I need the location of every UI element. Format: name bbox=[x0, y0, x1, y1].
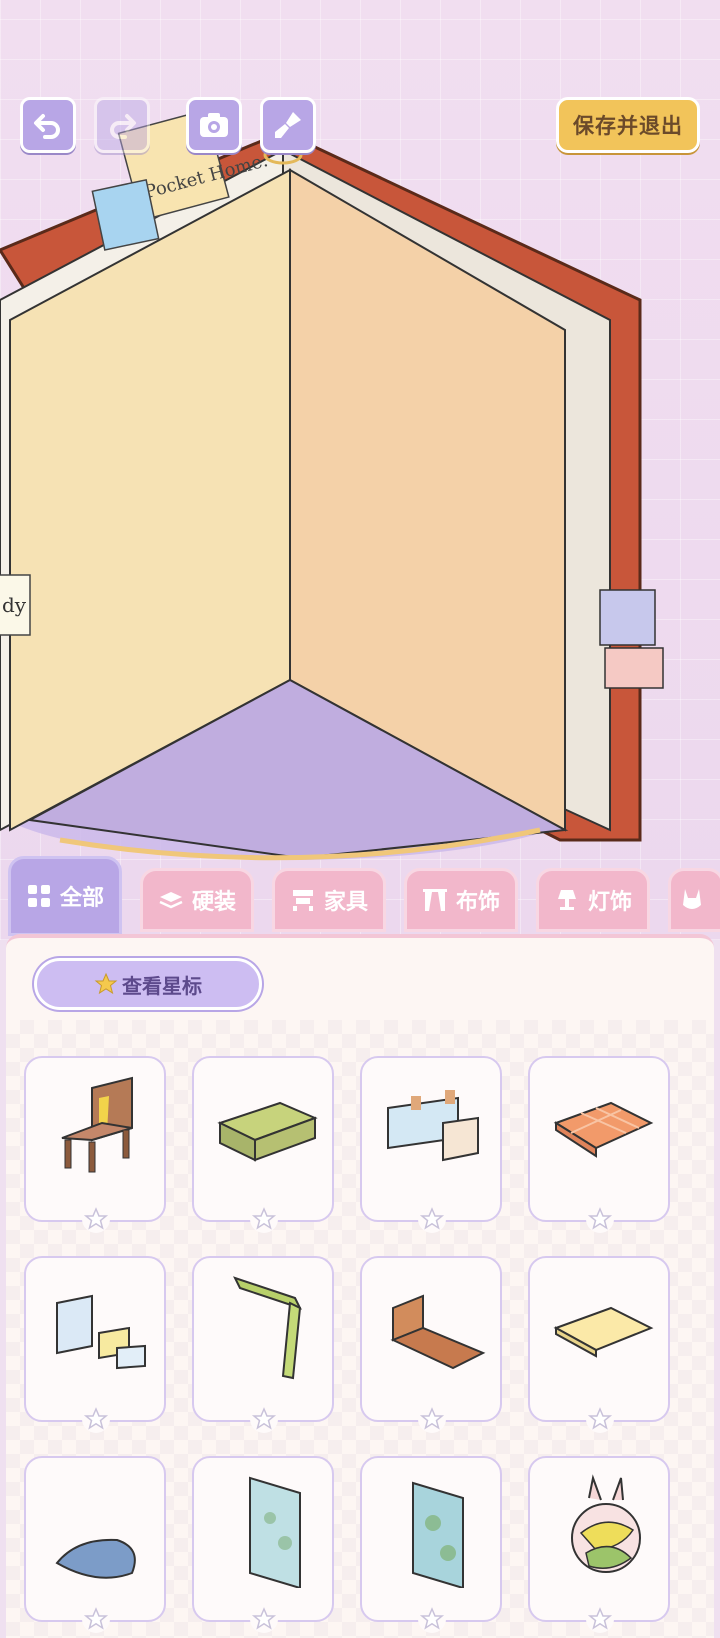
view-starred-label: 查看星标 bbox=[122, 973, 202, 998]
tab-furniture[interactable]: 家具 bbox=[272, 868, 386, 932]
bunny-icon bbox=[683, 889, 701, 909]
item-window[interactable] bbox=[192, 1456, 334, 1633]
tab-fabric[interactable]: 布饰 bbox=[404, 868, 518, 932]
favorite-star-icon[interactable] bbox=[585, 1204, 615, 1234]
brush-icon bbox=[275, 112, 301, 138]
favorite-star-icon[interactable] bbox=[585, 1604, 615, 1634]
curtain-icon bbox=[422, 889, 447, 911]
rug-icon bbox=[553, 1306, 654, 1358]
item-pillow[interactable] bbox=[24, 1456, 166, 1633]
item-chair[interactable] bbox=[24, 1056, 166, 1233]
grid-icon bbox=[27, 885, 50, 907]
tab-lighting[interactable]: 灯饰 bbox=[536, 868, 650, 932]
tab-bunny[interactable] bbox=[668, 868, 720, 932]
view-starred-button[interactable]: 查看星标 bbox=[34, 958, 262, 1010]
chair-icon bbox=[61, 1076, 133, 1173]
item-window-2[interactable] bbox=[360, 1456, 502, 1633]
bunny-plush-icon bbox=[571, 1474, 641, 1573]
favorite-star-icon[interactable] bbox=[249, 1404, 279, 1434]
window-icon bbox=[249, 1476, 301, 1588]
favorite-star-icon[interactable] bbox=[81, 1604, 111, 1634]
favorite-star-icon[interactable] bbox=[81, 1404, 111, 1434]
item-desk[interactable] bbox=[192, 1056, 334, 1233]
item-bunny-plush[interactable] bbox=[528, 1456, 670, 1633]
pillow-icon bbox=[55, 1538, 136, 1579]
tab-hardware[interactable]: 硬装 bbox=[140, 868, 254, 932]
window-icon bbox=[412, 1481, 464, 1588]
item-quilt[interactable] bbox=[528, 1056, 670, 1233]
lamp-icon bbox=[557, 890, 576, 910]
item-rug[interactable] bbox=[528, 1256, 670, 1433]
redo-icon bbox=[110, 114, 136, 139]
favorite-star-icon[interactable] bbox=[417, 1204, 447, 1234]
item-paper-notes[interactable] bbox=[24, 1256, 166, 1433]
tab-hardware-label: 硬装 bbox=[191, 890, 236, 915]
star-icon bbox=[94, 972, 118, 995]
tab-fabric-label: 布饰 bbox=[455, 890, 500, 915]
undo-button[interactable] bbox=[20, 97, 76, 153]
cabinet-icon bbox=[292, 890, 313, 911]
tab-all[interactable]: 全部 bbox=[8, 856, 122, 936]
tab-all-label: 全部 bbox=[59, 886, 104, 911]
favorite-star-icon[interactable] bbox=[417, 1404, 447, 1434]
undo-icon bbox=[34, 114, 60, 139]
desk-icon bbox=[217, 1101, 318, 1162]
quilt-icon bbox=[553, 1101, 654, 1158]
paper-notes-icon bbox=[56, 1294, 146, 1370]
favorite-star-icon[interactable] bbox=[585, 1404, 615, 1434]
camera-icon bbox=[200, 113, 228, 137]
redo-button[interactable] bbox=[94, 97, 150, 153]
stack-icon bbox=[159, 892, 183, 909]
favorite-star-icon[interactable] bbox=[249, 1604, 279, 1634]
wall-notes-icon bbox=[387, 1090, 479, 1162]
tab-lighting-label: 灯饰 bbox=[587, 890, 632, 915]
save-and-exit-button[interactable]: 保存并退出 bbox=[556, 97, 700, 153]
bed-frame-icon bbox=[390, 1294, 486, 1370]
tab-furniture-label: 家具 bbox=[323, 890, 368, 915]
item-curtain[interactable] bbox=[192, 1256, 334, 1433]
curtain-icon bbox=[233, 1276, 302, 1380]
item-wall-notes[interactable] bbox=[360, 1056, 502, 1233]
side-note: dy bbox=[2, 593, 27, 617]
category-tabs: 全部 硬装 家具 布饰 灯饰 bbox=[0, 856, 720, 936]
item-bed-frame[interactable] bbox=[360, 1256, 502, 1433]
favorite-star-icon[interactable] bbox=[249, 1204, 279, 1234]
favorite-star-icon[interactable] bbox=[417, 1604, 447, 1634]
favorite-star-icon[interactable] bbox=[81, 1204, 111, 1234]
item-panel: 查看星标 bbox=[6, 934, 714, 1638]
room-scene[interactable]: Pocket Home. dy 保存并退出 bbox=[0, 0, 720, 940]
brush-button[interactable] bbox=[260, 97, 316, 153]
camera-button[interactable] bbox=[186, 97, 242, 153]
